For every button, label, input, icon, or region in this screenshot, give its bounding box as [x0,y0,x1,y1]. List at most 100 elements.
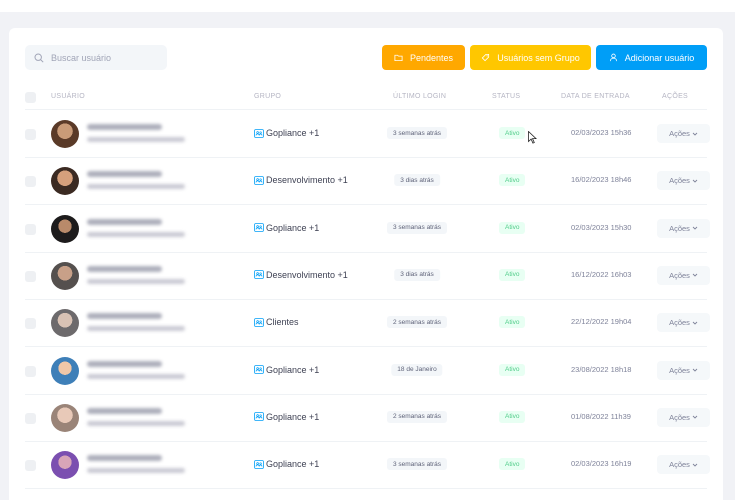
row-checkbox[interactable] [25,129,36,140]
user-name-redacted[interactable] [87,360,162,367]
avatar[interactable] [51,309,79,338]
user-icon [609,53,617,62]
actions-dropdown-button[interactable]: Ações [657,218,710,238]
folder-icon [394,54,403,62]
status-badge: Ativo [499,458,526,471]
pendentes-button[interactable]: Pendentes [382,45,465,70]
chevron-down-icon [692,132,698,136]
status-badge: Ativo [499,316,526,329]
table-header: USUÁRIO GRUPO ÚLTIMO LOGIN STATUS DATA D… [25,86,707,110]
actions-dropdown-button[interactable]: Ações [657,407,710,427]
user-name-redacted[interactable] [87,171,162,178]
actions-label: Ações [669,129,690,138]
group-cell: Desenvolvimento +1 [254,270,348,280]
user-email-redacted [87,326,185,332]
header-status[interactable]: STATUS [492,93,520,100]
actions-label: Ações [669,318,690,328]
chevron-down-icon [692,179,698,183]
last-login-badge: 3 semanas atrás [386,221,448,234]
group-name: Gopliance +1 [266,411,320,422]
actions-dropdown-button[interactable]: Ações [657,313,710,333]
avatar[interactable] [51,120,79,148]
actions-dropdown-button[interactable]: Ações [657,171,710,191]
adicionar-usuario-button[interactable]: Adicionar usuário [596,45,707,70]
user-email-redacted [87,184,185,190]
user-name-redacted[interactable] [87,265,162,272]
last-login-badge: 2 semanas atrás [386,410,448,423]
group-icon [254,128,264,138]
actions-dropdown-button[interactable]: Ações [657,455,710,475]
row-checkbox[interactable] [25,365,36,377]
search-input[interactable] [51,52,161,63]
row-checkbox[interactable] [25,223,36,235]
row-checkbox[interactable] [25,270,36,282]
entry-date: 02/03/2023 15h30 [571,222,632,232]
chevron-down-icon [692,368,698,372]
group-cell: Gopliance +1 [254,365,319,375]
entry-date: 23/08/2022 18h18 [571,364,632,374]
tag-icon [482,53,490,62]
actions-label: Ações [669,223,690,233]
group-icon [254,365,264,374]
group-cell: Clientes [254,317,299,327]
actions-dropdown-button[interactable]: Ações [657,265,710,285]
header-data-entrada[interactable]: DATA DE ENTRADA [561,93,630,100]
chevron-down-icon [692,463,698,467]
actions-dropdown-button[interactable]: Ações [657,124,710,143]
avatar[interactable] [51,451,79,480]
search-icon [34,52,44,63]
actions-dropdown-button[interactable]: Ações [657,360,710,380]
avatar[interactable] [51,356,79,385]
status-badge: Ativo [499,174,526,187]
table-row: Gopliance +1 18 de Janeiro Ativo 23/08/2022… [25,348,710,395]
entry-date: 22/12/2022 19h04 [571,317,632,327]
group-cell: Gopliance +1 [254,128,319,138]
table-row: Gopliance +1 3 semanas atrás Ativo 02/03/20… [25,111,710,158]
actions-label: Ações [669,365,690,375]
row-checkbox[interactable] [25,318,36,330]
chevron-down-icon [692,274,698,278]
table-row: Gopliance +1 3 semanas atrás Ativo 02/03/20… [25,206,710,253]
entry-date: 02/03/2023 15h36 [571,128,632,137]
search-box[interactable] [25,45,167,70]
avatar[interactable] [51,214,79,243]
status-badge: Ativo [499,127,526,139]
header-ultimo-login[interactable]: ÚLTIMO LOGIN [393,93,446,100]
user-name-redacted[interactable] [87,455,162,462]
user-name-redacted[interactable] [87,407,162,414]
last-login-badge: 2 semanas atrás [386,316,448,329]
status-badge: Ativo [499,363,526,376]
last-login-badge: 3 semanas atrás [386,127,448,139]
user-email-redacted [87,420,185,426]
avatar[interactable] [51,261,79,290]
user-email-redacted [87,137,185,142]
group-cell: Gopliance +1 [254,459,319,469]
entry-date: 16/02/2023 18h46 [571,175,632,185]
header-grupo[interactable]: GRUPO [254,93,281,100]
last-login-badge: 3 semanas atrás [386,458,448,471]
table-row: Clientes 2 semanas atrás Ativo 22/12/2022 1… [25,300,710,348]
header-usuario[interactable]: USUÁRIO [51,93,85,100]
entry-date: 02/03/2023 16h19 [571,459,632,469]
group-name: Clientes [266,317,299,328]
user-name-redacted[interactable] [87,218,162,225]
avatar[interactable] [51,167,79,196]
chevron-down-icon [692,321,698,325]
group-name: Gopliance +1 [266,459,320,470]
usuarios-sem-grupo-button[interactable]: Usuários sem Grupo [470,45,591,70]
user-name-redacted[interactable] [87,124,162,130]
user-name-redacted[interactable] [87,313,162,320]
table-row: Gopliance +1 2 semanas atrás Ativo 01/08/20… [25,395,710,442]
group-name: Desenvolvimento +1 [266,175,348,186]
top-bar [0,0,735,12]
avatar[interactable] [51,403,79,432]
row-checkbox[interactable] [25,412,36,424]
group-cell: Gopliance +1 [254,223,319,233]
status-badge: Ativo [499,268,526,281]
select-all-checkbox[interactable] [25,92,36,103]
row-checkbox[interactable] [25,460,36,472]
table-row: Desenvolvimento +1 3 dias atrás Ativo 16/02… [25,158,710,206]
adicionar-usuario-label: Adicionar usuário [624,52,695,63]
row-checkbox[interactable] [25,176,36,188]
table-row: Gopliance +1 3 semanas atrás Ativo 02/03/20… [25,442,710,490]
